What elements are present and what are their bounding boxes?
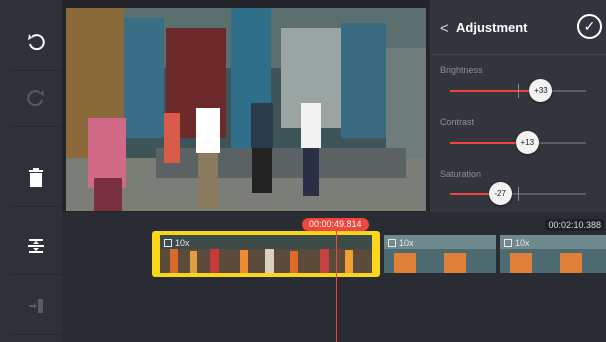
adjustment-panel: < Adjustment ✓ Brightness +33 Contrast +… xyxy=(430,0,606,212)
split-button[interactable] xyxy=(10,218,62,275)
clip-icon xyxy=(388,239,396,247)
delete-button[interactable] xyxy=(10,150,62,207)
redo-button[interactable] xyxy=(10,70,62,127)
left-toolbar xyxy=(0,0,62,342)
timeline-clip[interactable]: 10x xyxy=(500,235,606,273)
back-chevron-icon[interactable]: < xyxy=(440,20,449,37)
clip-speed-label: 10x xyxy=(504,238,530,248)
saturation-slider[interactable]: -27 xyxy=(450,182,586,205)
contrast-label: Contrast xyxy=(440,117,475,127)
import-arrow-icon xyxy=(29,299,43,313)
brightness-slider[interactable]: +33 xyxy=(450,79,586,102)
panel-title: Adjustment xyxy=(456,20,528,35)
playhead[interactable] xyxy=(336,231,337,342)
timeline-clip[interactable]: 10x xyxy=(384,235,496,273)
clip-speed-label: 10x xyxy=(388,238,414,248)
brightness-label: Brightness xyxy=(440,65,483,75)
current-time-badge: 00:00:49.814 xyxy=(302,218,369,231)
selected-clip[interactable]: 10x xyxy=(152,231,380,277)
undo-button[interactable] xyxy=(10,14,62,71)
timeline[interactable]: 00:00:49.814 00:02:10.388 10x 10x 10x xyxy=(62,212,606,342)
video-frame-image xyxy=(66,8,426,211)
video-preview[interactable] xyxy=(66,8,426,211)
adjustment-header: < Adjustment ✓ xyxy=(430,0,606,55)
saturation-label: Saturation xyxy=(440,169,482,179)
trash-icon xyxy=(29,168,43,187)
undo-icon xyxy=(28,34,45,51)
split-vertical-icon xyxy=(28,239,44,253)
clip-icon xyxy=(504,239,512,247)
saturation-knob[interactable]: -27 xyxy=(488,182,512,205)
contrast-slider[interactable]: +13 xyxy=(450,131,586,154)
clip-icon xyxy=(164,239,172,247)
preview-area xyxy=(62,0,430,212)
clip-thumbnail: 10x xyxy=(160,235,372,273)
total-time-badge: 00:02:10.388 xyxy=(545,219,604,231)
check-circle-icon[interactable]: ✓ xyxy=(577,14,602,39)
clip-speed-label: 10x xyxy=(164,238,190,248)
redo-icon xyxy=(27,90,44,107)
import-button[interactable] xyxy=(10,278,62,335)
clip-frames-image xyxy=(160,235,372,273)
brightness-knob[interactable]: +33 xyxy=(529,79,553,102)
contrast-knob[interactable]: +13 xyxy=(515,131,539,154)
time-ruler: 00:00:49.814 00:02:10.388 xyxy=(62,212,606,231)
